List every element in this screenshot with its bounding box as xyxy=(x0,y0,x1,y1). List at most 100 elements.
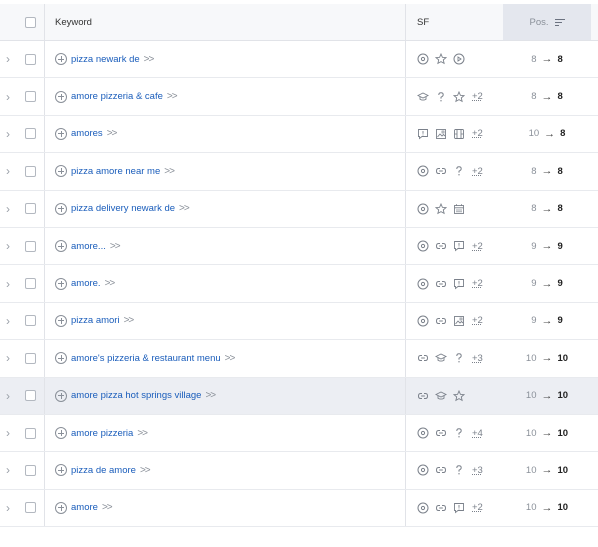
keyword-details-icon[interactable]: >> xyxy=(205,390,216,401)
row-checkbox[interactable] xyxy=(24,390,36,402)
expand-row-chevron-icon[interactable]: › xyxy=(0,78,16,114)
keyword-link[interactable]: amore pizzeria & cafe xyxy=(71,91,163,102)
expand-row-chevron-icon[interactable]: › xyxy=(0,191,16,227)
row-checkbox[interactable] xyxy=(24,278,36,290)
expand-row-chevron-icon[interactable]: › xyxy=(0,490,16,526)
add-keyword-icon[interactable] xyxy=(55,501,67,514)
add-keyword-icon[interactable] xyxy=(55,464,67,477)
comment-icon[interactable] xyxy=(453,502,465,514)
keyword-details-icon[interactable]: >> xyxy=(225,353,236,364)
row-checkbox[interactable] xyxy=(24,165,36,177)
link-icon[interactable] xyxy=(435,427,447,439)
keyword-link[interactable]: amore... xyxy=(71,241,106,252)
keyword-details-icon[interactable]: >> xyxy=(105,278,116,289)
question-icon[interactable] xyxy=(453,165,465,177)
more-features-link[interactable]: +2 xyxy=(472,315,483,326)
expand-row-chevron-icon[interactable]: › xyxy=(0,265,16,301)
keyword-link[interactable]: pizza delivery newark de xyxy=(71,203,175,214)
keyword-details-icon[interactable]: >> xyxy=(110,241,121,252)
add-keyword-icon[interactable] xyxy=(55,427,67,440)
table-row[interactable]: › pizza delivery newark de >> 8 → 8 xyxy=(0,190,598,228)
add-keyword-icon[interactable] xyxy=(55,352,67,365)
table-row[interactable]: › amore >> +2 10 → 10 xyxy=(0,489,598,528)
keyword-details-icon[interactable]: >> xyxy=(140,465,151,476)
more-features-link[interactable]: +2 xyxy=(472,241,483,252)
link-icon[interactable] xyxy=(435,464,447,476)
row-checkbox[interactable] xyxy=(24,352,36,364)
more-features-link[interactable]: +3 xyxy=(472,465,483,476)
row-checkbox[interactable] xyxy=(24,464,36,476)
table-row[interactable]: › amore's pizzeria & restaurant menu >> … xyxy=(0,340,598,378)
comment-icon[interactable] xyxy=(453,278,465,290)
keyword-details-icon[interactable]: >> xyxy=(164,166,175,177)
comment-icon[interactable] xyxy=(453,240,465,252)
star-icon[interactable] xyxy=(453,90,465,103)
keyword-link[interactable]: pizza newark de xyxy=(71,54,140,65)
expand-row-chevron-icon[interactable]: › xyxy=(0,303,16,339)
add-keyword-icon[interactable] xyxy=(55,240,67,253)
keyword-link[interactable]: pizza de amore xyxy=(71,465,136,476)
map-pin-icon[interactable] xyxy=(417,203,429,215)
comment-icon[interactable] xyxy=(417,128,429,140)
table-row[interactable]: › amore. >> +2 9 → 9 xyxy=(0,265,598,303)
image-icon[interactable] xyxy=(435,128,447,140)
more-features-link[interactable]: +2 xyxy=(472,502,483,513)
row-checkbox[interactable] xyxy=(24,53,36,65)
keyword-details-icon[interactable]: >> xyxy=(107,128,118,139)
row-checkbox[interactable] xyxy=(24,502,36,514)
table-row[interactable]: › pizza newark de >> 8 → 8 xyxy=(0,41,598,79)
more-features-link[interactable]: +4 xyxy=(472,428,483,439)
map-pin-icon[interactable] xyxy=(417,427,429,439)
keyword-details-icon[interactable]: >> xyxy=(179,203,190,214)
expand-row-chevron-icon[interactable]: › xyxy=(0,415,16,451)
keyword-link[interactable]: amores xyxy=(71,128,103,139)
expand-row-chevron-icon[interactable]: › xyxy=(0,41,16,77)
link-icon[interactable] xyxy=(417,390,429,402)
add-keyword-icon[interactable] xyxy=(55,277,67,290)
table-row[interactable]: › amore pizzeria & cafe >> +2 8 → 8 xyxy=(0,78,598,116)
keyword-link[interactable]: amore. xyxy=(71,278,101,289)
more-features-link[interactable]: +2 xyxy=(472,278,483,289)
table-row[interactable]: › amore pizzeria >> +4 10 → 10 xyxy=(0,414,598,453)
question-icon[interactable] xyxy=(453,352,465,364)
row-checkbox[interactable] xyxy=(24,91,36,103)
row-checkbox[interactable] xyxy=(24,128,36,140)
link-icon[interactable] xyxy=(417,352,429,364)
play-icon[interactable] xyxy=(453,53,465,65)
add-keyword-icon[interactable] xyxy=(55,202,67,215)
expand-row-chevron-icon[interactable]: › xyxy=(0,116,16,152)
link-icon[interactable] xyxy=(435,240,447,252)
calendar-icon[interactable] xyxy=(453,203,465,215)
keyword-details-icon[interactable]: >> xyxy=(167,91,178,102)
keyword-details-icon[interactable]: >> xyxy=(124,315,135,326)
sort-icon[interactable] xyxy=(554,17,565,28)
image-icon[interactable] xyxy=(453,315,465,327)
add-keyword-icon[interactable] xyxy=(55,127,67,140)
map-pin-icon[interactable] xyxy=(417,464,429,476)
row-checkbox[interactable] xyxy=(24,427,36,439)
map-pin-icon[interactable] xyxy=(417,502,429,514)
row-checkbox[interactable] xyxy=(24,315,36,327)
expand-row-chevron-icon[interactable]: › xyxy=(0,378,16,414)
keyword-details-icon[interactable]: >> xyxy=(102,502,113,513)
link-icon[interactable] xyxy=(435,165,447,177)
question-icon[interactable] xyxy=(453,464,465,476)
sf-column-header[interactable]: SF xyxy=(405,4,515,40)
link-icon[interactable] xyxy=(435,502,447,514)
table-row[interactable]: › pizza de amore >> +3 10 → 10 xyxy=(0,452,598,490)
more-features-link[interactable]: +2 xyxy=(472,128,483,139)
keyword-details-icon[interactable]: >> xyxy=(144,54,155,65)
select-all-checkbox[interactable] xyxy=(24,16,36,28)
question-icon[interactable] xyxy=(435,91,447,103)
graduation-cap-icon[interactable] xyxy=(417,91,429,103)
expand-row-chevron-icon[interactable]: › xyxy=(0,153,16,189)
link-icon[interactable] xyxy=(435,315,447,327)
table-row[interactable]: › pizza amori >> +2 9 → 9 xyxy=(0,302,598,341)
row-checkbox[interactable] xyxy=(24,240,36,252)
map-pin-icon[interactable] xyxy=(417,165,429,177)
film-icon[interactable] xyxy=(453,128,465,140)
expand-row-chevron-icon[interactable]: › xyxy=(0,340,16,376)
expand-row-chevron-icon[interactable]: › xyxy=(0,228,16,264)
keyword-link[interactable]: amore pizza hot springs village xyxy=(71,390,201,401)
expand-row-chevron-icon[interactable]: › xyxy=(0,452,16,488)
